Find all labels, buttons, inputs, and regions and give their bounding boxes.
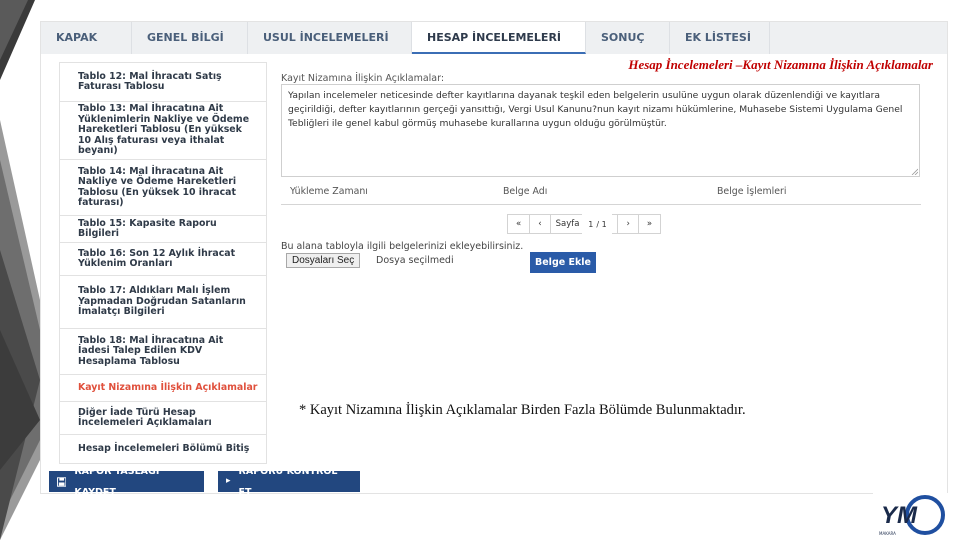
page-title: Hesap İncelemeleri –Kayıt Nizamına İlişk… bbox=[628, 57, 933, 72]
page-input[interactable]: 1 / 1 bbox=[582, 214, 613, 234]
explanation-label: Kayıt Nizamına İlişkin Açıklamalar: bbox=[281, 73, 445, 84]
save-draft-label: RAPOR TASLAĞI KAYDET bbox=[74, 465, 160, 498]
column-document-actions: Belge İşlemleri bbox=[717, 186, 787, 197]
sidebar-item-diger-iade[interactable]: Diğer İade Türü Hesap İncelemeleri Açıkl… bbox=[59, 401, 267, 434]
sidebar-item-tablo-15[interactable]: Tablo 15: Kapasite Raporu Bilgileri bbox=[59, 215, 267, 242]
add-document-button[interactable]: Belge Ekle bbox=[530, 252, 596, 273]
page-total: / 1 bbox=[596, 219, 607, 229]
save-draft-button[interactable]: RAPOR TASLAĞI KAYDET bbox=[49, 466, 204, 498]
tab-usul-incelemeleri[interactable]: USUL İNCELEMELERİ bbox=[248, 22, 412, 54]
column-upload-time: Yükleme Zamanı bbox=[290, 186, 368, 197]
pagination: « ‹ Sayfa 1 / 1 › » bbox=[507, 214, 662, 234]
sidebar-item-kayit-nizami[interactable]: Kayıt Nizamına İlişkin Açıklamalar bbox=[59, 374, 267, 401]
save-icon bbox=[57, 476, 67, 487]
choose-files-button[interactable]: Dosyaları Seç bbox=[286, 253, 361, 268]
sidebar-item-tablo-12[interactable]: Tablo 12: Mal İhracatı Satış Faturası Ta… bbox=[59, 62, 267, 101]
multi-section-note: * Kayıt Nizamına İlişkin Açıklamalar Bir… bbox=[299, 402, 746, 418]
first-page-button[interactable]: « bbox=[507, 214, 531, 234]
upload-hint: Bu alana tabloyla ilgili belgelerinizi e… bbox=[281, 241, 524, 252]
check-report-label: RAPORU KONTROL ET bbox=[238, 465, 338, 498]
prev-page-button[interactable]: ‹ bbox=[529, 214, 551, 234]
tab-genel-bilgi[interactable]: GENEL BİLGİ bbox=[132, 22, 248, 54]
tab-sonuc[interactable]: SONUÇ bbox=[586, 22, 670, 54]
svg-text:YM: YM bbox=[881, 502, 918, 529]
page-label: Sayfa bbox=[555, 219, 580, 229]
column-document-name: Belge Adı bbox=[503, 186, 548, 197]
tab-kapak[interactable]: KAPAK bbox=[41, 22, 132, 54]
sidebar-item-tablo-18[interactable]: Tablo 18: Mal İhracatına Ait İadesi Tale… bbox=[59, 328, 267, 374]
file-status: Dosya seçilmedi bbox=[376, 255, 454, 266]
resize-handle-icon[interactable] bbox=[911, 168, 918, 175]
page-indicator: Sayfa 1 / 1 bbox=[549, 214, 619, 234]
company-logo: YM MAKARA bbox=[873, 493, 949, 538]
sidebar: Tablo 12: Mal İhracatı Satış Faturası Ta… bbox=[59, 62, 267, 464]
explanation-textarea[interactable]: Yapılan incelemeler neticesinde defter k… bbox=[281, 84, 920, 177]
sidebar-item-tablo-14[interactable]: Tablo 14: Mal İhracatına Ait Nakliye ve … bbox=[59, 159, 267, 215]
report-window: KAPAK GENEL BİLGİ USUL İNCELEMELERİ HESA… bbox=[40, 21, 948, 498]
sidebar-item-tablo-17[interactable]: Tablo 17: Aldıkları Malı İşlem Yapmadan … bbox=[59, 275, 267, 328]
tab-ek-listesi[interactable]: EK LİSTESİ bbox=[670, 22, 770, 54]
play-icon: ▸ bbox=[226, 476, 231, 486]
svg-text:MAKARA: MAKARA bbox=[879, 531, 896, 536]
sidebar-item-tablo-16[interactable]: Tablo 16: Son 12 Aylık İhracat Yüklenim … bbox=[59, 242, 267, 275]
sidebar-item-bolum-bitis[interactable]: Hesap İncelemeleri Bölümü Bitiş bbox=[59, 434, 267, 464]
sidebar-item-tablo-13[interactable]: Tablo 13: Mal İhracatına Ait Yüklenimler… bbox=[59, 101, 267, 159]
next-page-button[interactable]: › bbox=[617, 214, 639, 234]
explanation-text: Yapılan incelemeler neticesinde defter k… bbox=[288, 90, 903, 129]
check-report-button[interactable]: ▸ RAPORU KONTROL ET bbox=[218, 466, 360, 498]
documents-table-header: Yükleme Zamanı Belge Adı Belge İşlemleri bbox=[281, 180, 921, 205]
page-value: 1 bbox=[588, 219, 594, 229]
last-page-button[interactable]: » bbox=[637, 214, 662, 234]
tab-bar: KAPAK GENEL BİLGİ USUL İNCELEMELERİ HESA… bbox=[41, 22, 947, 54]
tab-hesap-incelemeleri[interactable]: HESAP İNCELEMELERİ bbox=[412, 22, 586, 54]
